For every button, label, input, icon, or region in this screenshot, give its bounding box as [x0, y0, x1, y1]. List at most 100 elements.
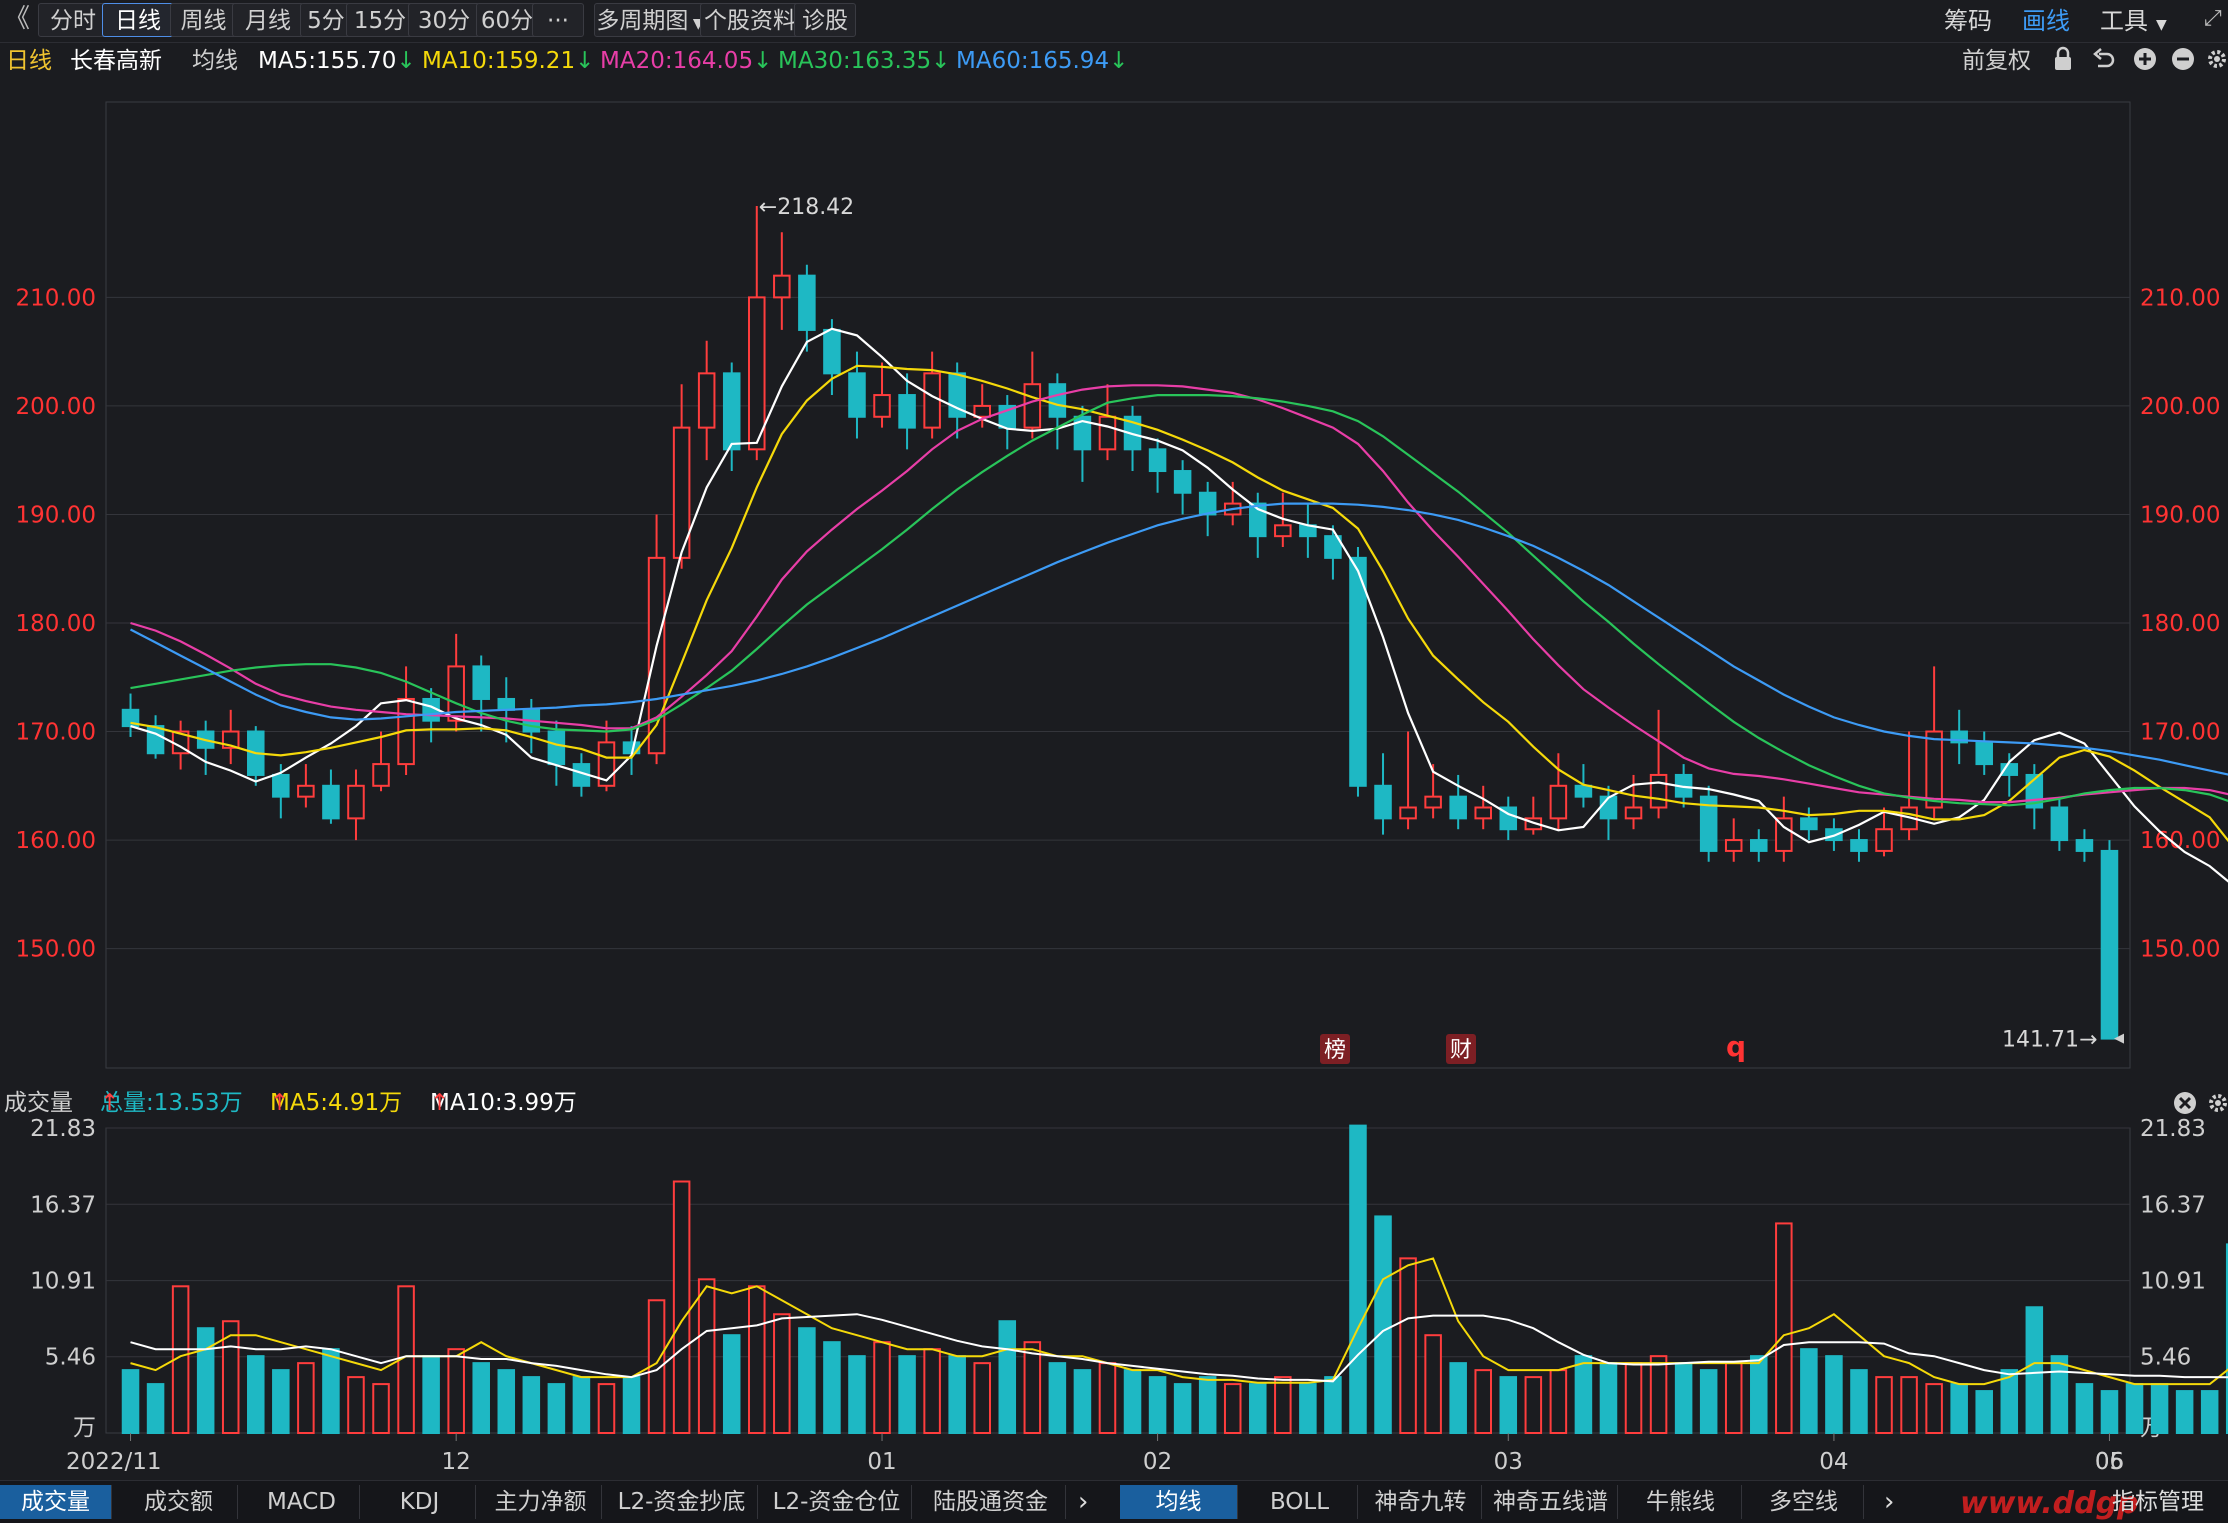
tab-5min[interactable]: 5分	[300, 3, 352, 37]
candle[interactable]	[824, 330, 840, 373]
volume-bar[interactable]	[1325, 1377, 1341, 1433]
volume-bar[interactable]	[1025, 1342, 1041, 1433]
volume-bar[interactable]	[1776, 1223, 1792, 1433]
candle[interactable]	[799, 276, 815, 330]
candle[interactable]	[1150, 449, 1166, 471]
candle[interactable]	[2052, 808, 2068, 841]
overlay-tab[interactable]: 牛熊线	[1620, 1485, 1742, 1519]
tab-more[interactable]: ···	[532, 3, 584, 37]
zoom-in-icon[interactable]	[2132, 44, 2158, 84]
overlay-tab[interactable]: 多空线	[1744, 1485, 1864, 1519]
volume-bar[interactable]	[2102, 1391, 2118, 1433]
indicator-tab[interactable]: 主力净额	[480, 1485, 602, 1519]
volume-bar[interactable]	[1501, 1377, 1517, 1433]
volume-bar[interactable]	[448, 1349, 464, 1433]
indicator-tab[interactable]: L2-资金仓位	[762, 1485, 912, 1519]
volume-bar[interactable]	[1200, 1377, 1216, 1433]
volume-bar[interactable]	[2027, 1307, 2043, 1433]
candle[interactable]	[1025, 384, 1041, 427]
volume-bar[interactable]	[248, 1356, 264, 1433]
candle[interactable]	[1651, 775, 1667, 808]
volume-bar[interactable]	[599, 1384, 615, 1433]
candle[interactable]	[1576, 786, 1592, 797]
volume-bar[interactable]	[1726, 1363, 1742, 1433]
candle[interactable]	[874, 395, 890, 417]
volume-bar[interactable]	[1751, 1356, 1767, 1433]
volume-bar[interactable]	[1701, 1370, 1717, 1433]
candle[interactable]	[298, 786, 314, 797]
candle[interactable]	[1976, 742, 1992, 764]
candle[interactable]	[899, 395, 915, 428]
volume-bar[interactable]	[1100, 1363, 1116, 1433]
candle[interactable]	[1601, 797, 1617, 819]
volume-bar[interactable]	[1475, 1370, 1491, 1433]
candle[interactable]	[749, 297, 765, 449]
volume-bar[interactable]	[148, 1384, 164, 1433]
chevron-right-icon[interactable]: ›	[1078, 1485, 1088, 1519]
volume-bar[interactable]	[423, 1356, 439, 1433]
indicator-tab[interactable]: KDJ	[364, 1485, 476, 1519]
overlay-tab[interactable]: 神奇五线谱	[1484, 1485, 1618, 1519]
tab-30min[interactable]: 30分	[408, 3, 480, 37]
volume-bar[interactable]	[298, 1363, 314, 1433]
candle[interactable]	[849, 373, 865, 416]
candle[interactable]	[1425, 797, 1441, 808]
back-icon[interactable]: 《	[4, 2, 30, 36]
volume-bar[interactable]	[373, 1384, 389, 1433]
volume-bar[interactable]	[1526, 1377, 1542, 1433]
volume-bar[interactable]	[499, 1370, 515, 1433]
candle[interactable]	[699, 373, 715, 427]
tools-menu-button[interactable]: 工具▼	[2100, 4, 2167, 42]
candle[interactable]	[1450, 797, 1466, 819]
candle[interactable]	[1475, 808, 1491, 819]
indicator-manager-button[interactable]: 指标管理	[2112, 1485, 2204, 1519]
volume-bar[interactable]	[2152, 1384, 2168, 1433]
volume-bar[interactable]	[2077, 1384, 2093, 1433]
candle[interactable]	[974, 406, 990, 417]
volume-bar[interactable]	[724, 1335, 740, 1433]
candle[interactable]	[1876, 829, 1892, 851]
tab-daily[interactable]: 日线	[102, 3, 174, 37]
volume-bar[interactable]	[1901, 1377, 1917, 1433]
volume-bar[interactable]	[1050, 1363, 1066, 1433]
candle[interactable]	[323, 786, 339, 819]
volume-bar[interactable]	[1676, 1363, 1692, 1433]
candle[interactable]	[1100, 417, 1116, 450]
volume-bar[interactable]	[949, 1356, 965, 1433]
volume-bar[interactable]	[123, 1370, 139, 1433]
indicator-tab[interactable]: 成交量	[0, 1485, 112, 1519]
undo-icon[interactable]	[2092, 44, 2116, 84]
adjust-mode-button[interactable]: 前复权	[1962, 44, 2031, 78]
volume-bar[interactable]	[849, 1356, 865, 1433]
event-marker-label[interactable]: q	[1726, 1030, 1746, 1063]
volume-bar[interactable]	[198, 1328, 214, 1433]
volume-bar[interactable]	[1375, 1216, 1391, 1433]
candle[interactable]	[473, 666, 489, 699]
volume-bar[interactable]	[1075, 1370, 1091, 1433]
volume-bar[interactable]	[574, 1377, 590, 1433]
candle[interactable]	[2077, 840, 2093, 851]
volume-bar[interactable]	[473, 1363, 489, 1433]
volume-bar[interactable]	[749, 1286, 765, 1433]
tab-intraday[interactable]: 分时	[38, 3, 108, 37]
volume-bar[interactable]	[1801, 1349, 1817, 1433]
volume-bar[interactable]	[2052, 1356, 2068, 1433]
candle[interactable]	[1851, 840, 1867, 851]
candle[interactable]	[1551, 786, 1567, 819]
volume-bar[interactable]	[2127, 1384, 2143, 1433]
candle[interactable]	[1050, 384, 1066, 417]
candle[interactable]	[1726, 840, 1742, 851]
candle[interactable]	[1926, 732, 1942, 808]
candle[interactable]	[2102, 851, 2118, 1039]
volume-bar[interactable]	[2177, 1391, 2193, 1433]
candle[interactable]	[1751, 840, 1767, 851]
volume-bar[interactable]	[524, 1377, 540, 1433]
volume-bar[interactable]	[1601, 1363, 1617, 1433]
volume-bar[interactable]	[1300, 1384, 1316, 1433]
overlay-tab[interactable]: BOLL	[1242, 1485, 1358, 1519]
candle[interactable]	[924, 373, 940, 427]
candle[interactable]	[273, 775, 289, 797]
volume-bar[interactable]	[674, 1182, 690, 1433]
volume-bar[interactable]	[924, 1349, 940, 1433]
volume-bar[interactable]	[323, 1349, 339, 1433]
